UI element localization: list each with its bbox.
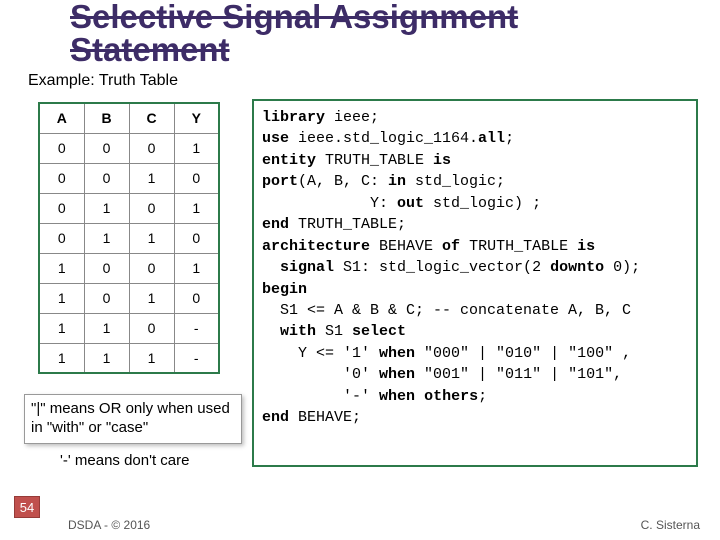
title-line1: Selective Signal Assignment bbox=[70, 0, 518, 35]
table-row: 0110 bbox=[39, 223, 219, 253]
footer-right: C. Sisterna bbox=[641, 518, 700, 532]
note-dont-care: '-' means don't care bbox=[60, 452, 190, 469]
col-b: B bbox=[84, 103, 129, 133]
col-a: A bbox=[39, 103, 84, 133]
table-row: 1001 bbox=[39, 253, 219, 283]
table-row: 111- bbox=[39, 343, 219, 373]
page-number: 54 bbox=[14, 496, 40, 518]
slide-title: Selective Signal Assignment Statement bbox=[70, 0, 518, 66]
vhdl-code-box: library ieee; use ieee.std_logic_1164.al… bbox=[252, 99, 698, 467]
truth-table: A B C Y 0001 0010 0101 0110 1001 1010 11… bbox=[38, 102, 220, 374]
footer-left: DSDA - © 2016 bbox=[68, 518, 150, 532]
col-c: C bbox=[129, 103, 174, 133]
col-y: Y bbox=[174, 103, 219, 133]
note-or-pipe: "|" means OR only when used in "with" or… bbox=[24, 394, 242, 444]
table-row: 0001 bbox=[39, 133, 219, 163]
table-header-row: A B C Y bbox=[39, 103, 219, 133]
table-row: 1010 bbox=[39, 283, 219, 313]
table-row: 0101 bbox=[39, 193, 219, 223]
title-line2: Statement bbox=[70, 33, 518, 66]
example-subtitle: Example: Truth Table bbox=[28, 72, 178, 90]
table-row: 0010 bbox=[39, 163, 219, 193]
table-row: 110- bbox=[39, 313, 219, 343]
